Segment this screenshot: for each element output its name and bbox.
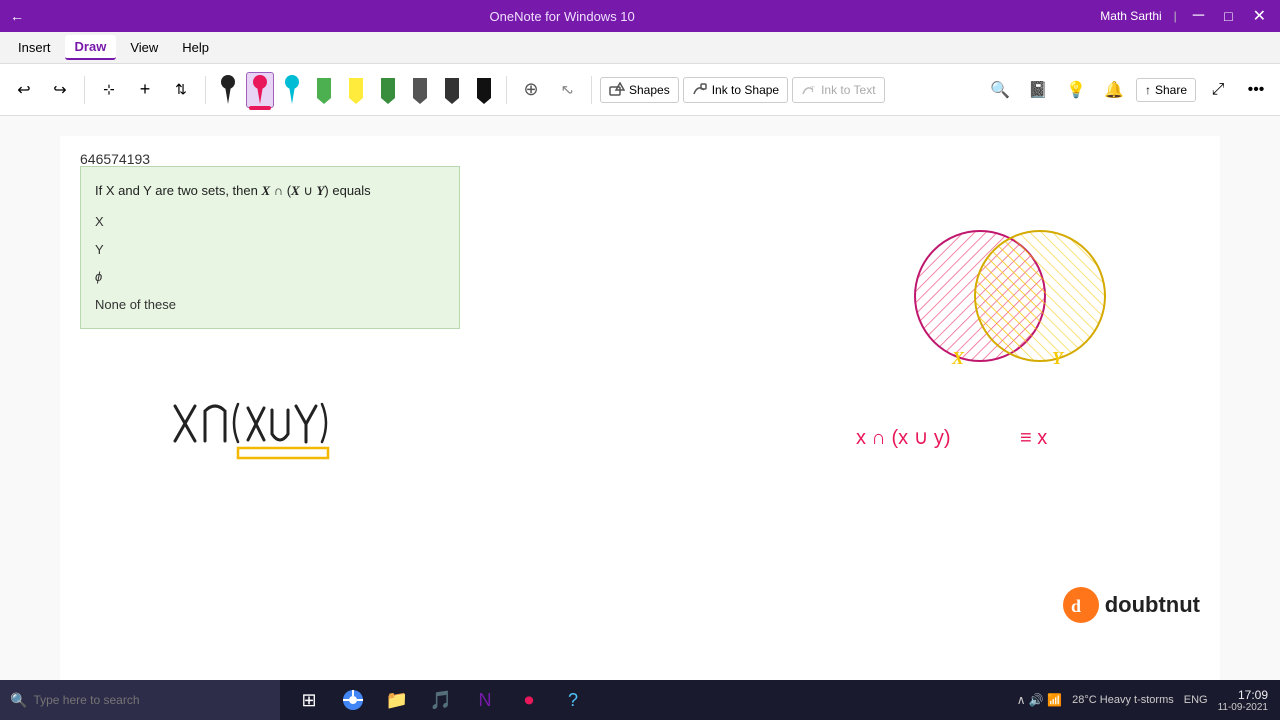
onenote-icon[interactable]: N [464,680,506,720]
undo-button[interactable]: ↩ [8,74,40,106]
ink-to-shape-button[interactable]: Ink to Shape [683,77,788,103]
doubtnut-icon: d [1061,585,1101,625]
app-title: OneNote for Windows 10 [490,9,635,24]
search-icon[interactable]: 🔍 [984,74,1016,106]
highlighter-green[interactable] [310,72,338,108]
menu-help[interactable]: Help [172,36,219,59]
share-label: Share [1155,83,1187,97]
toolbar: ↩ ↪ ⊹ + ⇅ [0,64,1280,116]
venn-diagram: X Y [900,216,1120,396]
highlighter-yellow[interactable] [342,72,370,108]
solution-line1-svg: x ∩ (x ∪ y) [856,416,1016,456]
svg-text:x ∩ (x ∪ y): x ∩ (x ∪ y) [856,427,951,449]
maximize-btn[interactable]: □ [1220,8,1236,24]
add-tool[interactable]: + [129,74,161,106]
eraser-btn[interactable]: ↩ [544,67,589,112]
ink-to-text-button: T Ink to Text [792,77,884,103]
more-options-icon[interactable]: ••• [1240,74,1272,106]
select-tool[interactable]: ⊹ [93,74,125,106]
pen-pink[interactable] [246,72,274,108]
canvas: 646574193 If X and Y are two sets, then … [60,136,1220,680]
svg-text:≡ x: ≡ x [1020,427,1047,449]
svg-text:d: d [1071,596,1081,616]
option-none: None of these [95,293,445,316]
doubtnut-icon-svg: d [1061,585,1101,625]
time-display: 17:09 [1218,688,1268,702]
title-separator: | [1174,9,1177,23]
add-space-btn[interactable]: ⊕ [515,74,547,106]
title-bar-left: ← [10,8,24,24]
weather-info: 28°C Heavy t-storms [1072,694,1174,706]
separator-1 [84,76,85,104]
highlighter-dark2[interactable] [438,72,466,108]
date-display: 11-09-2021 [1218,702,1268,713]
search-icon: 🔍 [10,692,27,709]
move-tool[interactable]: ⇅ [165,74,197,106]
shapes-label: Shapes [629,83,670,97]
ink-to-shape-icon [692,82,708,98]
pen-black-round[interactable] [214,72,242,108]
svg-text:T: T [810,85,815,94]
windows-button[interactable]: ⊞ [288,680,330,720]
back-icon[interactable]: ← [10,8,24,24]
shapes-icon [609,82,625,98]
notebook-icon[interactable]: 📓 [1022,74,1054,106]
option-x: X [95,210,445,233]
minimize-btn[interactable]: ─ [1189,7,1208,25]
option-y: Y [95,238,445,261]
bell-icon[interactable]: 🔔 [1098,74,1130,106]
help-icon[interactable]: ? [552,680,594,720]
menu-draw[interactable]: Draw [65,35,117,60]
system-tray-icons: ∧ 🔊 📶 [1017,693,1062,707]
menu-view[interactable]: View [120,36,168,59]
app-icon-1[interactable]: 🎵 [420,680,462,720]
taskbar: 🔍 ⊞ 📁 🎵 N ⏺ ? ∧ 🔊 📶 28°C Heavy t-storms … [0,680,1280,720]
handwritten-expression [160,396,360,481]
separator-3 [506,76,507,104]
title-bar-right: Math Sarthi | ─ □ ✕ [1100,6,1270,26]
doubtnut-logo: d doubtnut [1061,585,1200,625]
highlighter-black[interactable] [470,72,498,108]
ink-to-text-label: Ink to Text [821,83,875,97]
chrome-icon[interactable] [332,680,374,720]
title-bar: ← OneNote for Windows 10 Math Sarthi | ─… [0,0,1280,32]
pen-cyan[interactable] [278,72,306,108]
language-indicator: ENG [1184,694,1208,706]
venn-svg: X Y [900,216,1120,396]
question-text: If X and Y are two sets, then X ∩ (X ∪ Y… [95,179,445,202]
solution-area: x ∩ (x ∪ y) ≡ x [856,416,1100,461]
menu-insert[interactable]: Insert [8,36,61,59]
record-icon[interactable]: ⏺ [508,680,550,720]
ink-to-text-icon: T [801,82,817,98]
close-btn[interactable]: ✕ [1249,6,1270,26]
handwritten-svg [160,396,360,476]
clock-area: 17:09 11-09-2021 [1218,688,1268,713]
content-area: 646574193 If X and Y are two sets, then … [0,116,1280,680]
menu-bar: Insert Draw View Help [0,32,1280,64]
file-explorer-icon[interactable]: 📁 [376,680,418,720]
taskbar-search[interactable]: 🔍 [0,680,280,720]
bulb-icon[interactable]: 💡 [1060,74,1092,106]
separator-2 [205,76,206,104]
question-box: If X and Y are two sets, then X ∩ (X ∪ Y… [80,166,460,329]
taskbar-right: ∧ 🔊 📶 28°C Heavy t-storms ENG 17:09 11-0… [1005,688,1280,713]
shapes-button[interactable]: Shapes [600,77,679,103]
user-name: Math Sarthi [1100,9,1161,23]
taskbar-icons: ⊞ 📁 🎵 N ⏺ ? [280,680,602,720]
svg-text:X: X [951,348,965,368]
doubtnut-brand-name: doubtnut [1105,592,1200,618]
share-icon: ↑ [1145,83,1151,97]
highlighter-dark1[interactable] [406,72,434,108]
separator-4 [591,76,592,104]
share-button[interactable]: ↑ Share [1136,78,1196,102]
redo-button[interactable]: ↪ [44,74,76,106]
ink-to-shape-label: Ink to Shape [712,83,779,97]
option-phi: ϕ [95,265,445,288]
taskbar-search-input[interactable] [33,693,253,707]
expand-icon[interactable]: ⤢ [1202,74,1234,106]
solution-line2-svg: ≡ x [1020,416,1100,456]
highlighter-dark-green[interactable] [374,72,402,108]
